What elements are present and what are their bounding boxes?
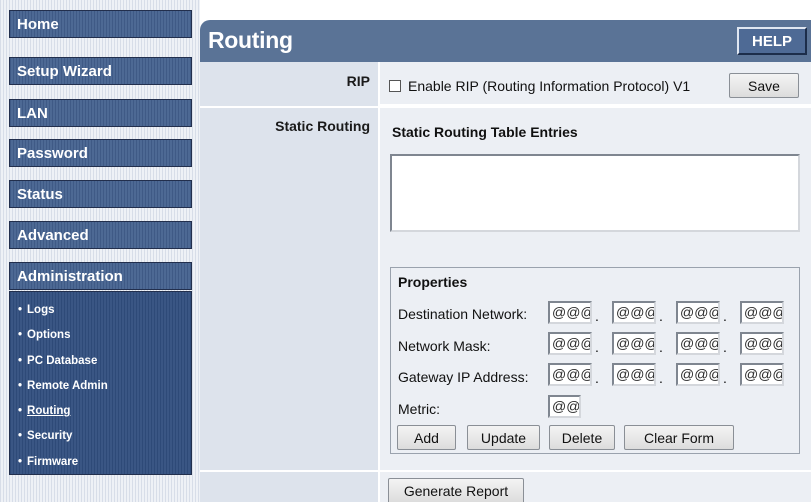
rip-row: Enable RIP (Routing Information Protocol…	[380, 62, 811, 106]
metric-label: Metric:	[398, 401, 440, 417]
page-header: Routing HELP	[200, 20, 811, 62]
menu-administration[interactable]: Administration	[9, 262, 192, 290]
submenu-firmware-label: Firmware	[27, 455, 79, 468]
bullet-icon: •	[18, 329, 23, 342]
submenu-remote-admin[interactable]: • Remote Admin	[10, 376, 191, 401]
metric-field[interactable]: @@@	[548, 395, 581, 418]
menu-password[interactable]: Password	[9, 139, 192, 167]
octet-separator: .	[659, 339, 663, 355]
destination-octet-1[interactable]: @@@	[548, 301, 592, 324]
octet-separator: .	[595, 308, 599, 324]
submenu-routing-label: Routing	[27, 405, 71, 418]
menu-home[interactable]: Home	[9, 10, 192, 38]
mask-octet-3[interactable]: @@@	[676, 332, 720, 355]
mask-octet-4[interactable]: @@@	[740, 332, 784, 355]
properties-panel: Properties Destination Network: @@@ . @@…	[390, 267, 800, 454]
add-button[interactable]: Add	[397, 425, 456, 450]
octet-separator: .	[723, 370, 727, 386]
gateway-octet-1[interactable]: @@@	[548, 363, 592, 386]
menu-status[interactable]: Status	[9, 180, 192, 208]
submenu-options-label: Options	[27, 329, 71, 342]
help-button[interactable]: HELP	[737, 27, 807, 55]
static-routing-section: Static Routing Table Entries Properties …	[380, 108, 811, 470]
menu-status-label: Status	[17, 185, 63, 203]
submenu-logs-label: Logs	[27, 304, 55, 316]
octet-separator: .	[659, 308, 663, 324]
submenu-options[interactable]: • Options	[10, 325, 191, 350]
save-button[interactable]: Save	[729, 73, 799, 98]
bullet-icon: •	[18, 379, 23, 392]
content-column: Enable RIP (Routing Information Protocol…	[380, 62, 811, 502]
update-button[interactable]: Update	[467, 425, 540, 450]
enable-rip-checkbox[interactable]	[389, 80, 401, 92]
octet-separator: .	[595, 370, 599, 386]
bullet-icon: •	[18, 430, 23, 443]
static-routing-table-title: Static Routing Table Entries	[392, 124, 578, 140]
row-divider	[200, 106, 378, 108]
gateway-octet-3[interactable]: @@@	[676, 363, 720, 386]
network-mask-label: Network Mask:	[398, 338, 491, 354]
submenu-firmware[interactable]: • Firmware	[10, 452, 191, 477]
octet-separator: .	[723, 339, 727, 355]
submenu-remote-admin-label: Remote Admin	[27, 379, 108, 392]
mask-octet-1[interactable]: @@@	[548, 332, 592, 355]
submenu-pc-database-label: PC Database	[27, 354, 98, 367]
static-routing-table-list[interactable]	[390, 154, 800, 232]
submenu-pc-database[interactable]: • PC Database	[10, 351, 191, 376]
mask-octet-2[interactable]: @@@	[612, 332, 656, 355]
menu-password-label: Password	[17, 144, 88, 162]
properties-title: Properties	[398, 274, 468, 290]
delete-button[interactable]: Delete	[549, 425, 615, 450]
bullet-icon: •	[18, 455, 23, 468]
bullet-icon: •	[18, 354, 23, 367]
menu-advanced[interactable]: Advanced	[9, 221, 192, 249]
gateway-octet-4[interactable]: @@@	[740, 363, 784, 386]
menu-setup-wizard-label: Setup Wizard	[17, 62, 112, 80]
menu-lan-label: LAN	[17, 104, 48, 122]
administration-submenu: • Logs • Options • PC Database • Remote Admi…	[9, 291, 192, 475]
sidebar: Home Setup Wizard LAN Password Status Ad…	[0, 0, 200, 502]
menu-home-label: Home	[17, 15, 59, 33]
destination-octet-4[interactable]: @@@	[740, 301, 784, 324]
row-divider	[200, 470, 378, 472]
menu-lan[interactable]: LAN	[9, 99, 192, 127]
menu-administration-label: Administration	[17, 267, 123, 285]
clear-form-button[interactable]: Clear Form	[624, 425, 734, 450]
octet-separator: .	[595, 339, 599, 355]
label-column: RIP Static Routing	[200, 62, 378, 502]
main-panel: Routing HELP RIP Static Routing Enable R…	[200, 0, 811, 502]
rip-row-label: RIP	[346, 73, 370, 89]
destination-network-label: Destination Network:	[398, 306, 528, 322]
octet-separator: .	[723, 308, 727, 324]
submenu-security[interactable]: • Security	[10, 426, 191, 451]
static-routing-row-label: Static Routing	[275, 118, 370, 134]
destination-octet-2[interactable]: @@@	[612, 301, 656, 324]
enable-rip-label: Enable RIP (Routing Information Protocol…	[408, 78, 691, 94]
bullet-icon: •	[18, 405, 23, 418]
gateway-octet-2[interactable]: @@@	[612, 363, 656, 386]
bullet-icon: •	[18, 304, 23, 316]
destination-octet-3[interactable]: @@@	[676, 301, 720, 324]
submenu-routing[interactable]: • Routing	[10, 401, 191, 426]
submenu-logs[interactable]: • Logs	[10, 300, 191, 325]
page-title: Routing	[208, 27, 293, 53]
octet-separator: .	[659, 370, 663, 386]
submenu-security-label: Security	[27, 430, 73, 443]
generate-report-button[interactable]: Generate Report	[388, 478, 524, 502]
footer-row: Generate Report	[380, 470, 811, 502]
menu-advanced-label: Advanced	[17, 226, 89, 244]
menu-setup-wizard[interactable]: Setup Wizard	[9, 57, 192, 85]
gateway-ip-label: Gateway IP Address:	[398, 369, 529, 385]
